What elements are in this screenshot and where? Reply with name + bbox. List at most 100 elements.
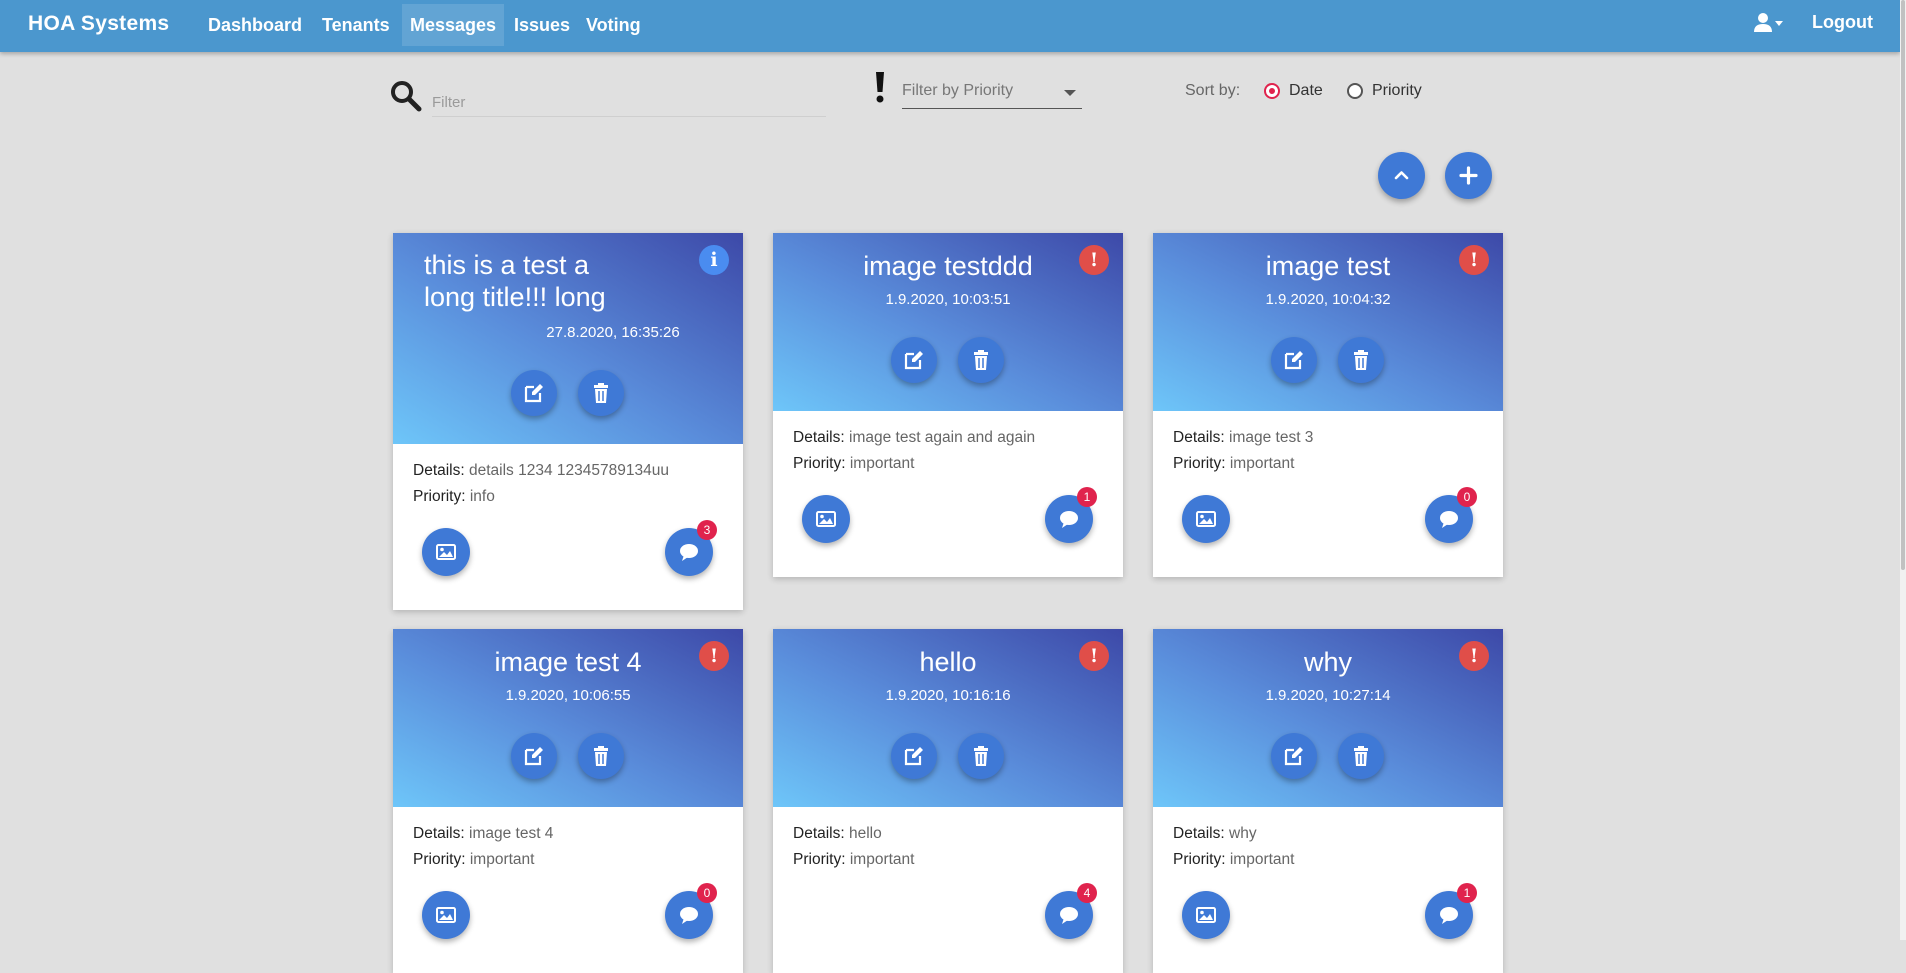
edit-icon [904,747,923,766]
trash-icon [594,746,608,766]
image-icon [436,907,456,923]
priority-label: Priority: [793,455,846,472]
trash-icon [974,350,988,370]
priority-value: important [469,851,535,868]
plus-icon [1459,166,1478,185]
comments-button[interactable]: 4 [1045,883,1097,939]
comment-count-badge: 1 [1077,487,1097,507]
priority-label: Priority: [793,851,846,868]
priority-line: Priority: important [793,851,1103,869]
delete-button[interactable] [578,733,624,779]
radio-circle[interactable] [1347,83,1363,99]
priority-value: info [469,488,495,505]
details-label: Details: [413,825,465,842]
edit-button[interactable] [891,337,937,383]
card-date: 1.9.2020, 10:06:55 [505,687,631,704]
card-date: 1.9.2020, 10:03:51 [885,291,1011,308]
edit-icon [1284,747,1303,766]
nav-tenants[interactable]: Tenants [314,4,398,46]
comment-count-badge: 0 [1457,487,1477,507]
priority-label: Priority: [413,488,466,505]
edit-icon [524,384,543,403]
info-icon: i [699,245,729,275]
delete-button[interactable] [958,733,1004,779]
comment-icon [1440,907,1458,924]
comments-button[interactable]: 0 [665,883,717,939]
card-title: image test 4 [494,647,642,677]
delete-button[interactable] [958,337,1004,383]
edit-button[interactable] [511,370,557,416]
edit-icon [524,747,543,766]
card-date: 1.9.2020, 10:16:16 [885,687,1011,704]
details-line: Details: image test 3 [1173,429,1483,447]
scrollbar-thumb[interactable] [1901,0,1905,570]
card-body: Details: hello Priority: important 4 [773,807,1123,973]
card-body: Details: image test 4 Priority: importan… [393,807,743,973]
card-date: 27.8.2020, 16:35:26 [546,324,680,341]
message-card: image test 1.9.2020, 10:04:32 ! Details:… [1153,233,1503,577]
exclamation-icon: ! [1459,641,1489,671]
details-value: hello [849,825,882,842]
exclamation-icon: ! [1079,641,1109,671]
exclamation-icon: ! [1079,245,1109,275]
view-image-button[interactable] [1182,495,1230,543]
delete-button[interactable] [578,370,624,416]
nav-voting[interactable]: Voting [578,4,649,46]
chevron-down-icon [1064,90,1076,96]
message-card: hello 1.9.2020, 10:16:16 ! Details: hell… [773,629,1123,973]
card-date: 1.9.2020, 10:04:32 [1265,291,1391,308]
top-navbar: HOA Systems Dashboard Tenants Messages I… [0,0,1900,52]
view-image-button[interactable] [802,495,850,543]
details-line: Details: image test 4 [413,825,723,843]
priority-line: Priority: important [1173,455,1483,473]
priority-line: Priority: important [793,455,1103,473]
card-header: why 1.9.2020, 10:27:14 ! [1153,629,1503,807]
view-image-button[interactable] [1182,891,1230,939]
details-value: details 1234 12345789134uu [469,462,669,479]
details-value: why [1229,825,1257,842]
view-image-button[interactable] [422,528,470,576]
comments-button[interactable]: 1 [1045,487,1097,543]
filter-input[interactable] [432,88,826,117]
comments-button[interactable]: 0 [1425,487,1477,543]
edit-button[interactable] [1271,337,1317,383]
edit-icon [1284,351,1303,370]
details-label: Details: [1173,429,1225,446]
card-title: hello [919,647,977,677]
add-message-button[interactable] [1445,152,1492,199]
trash-icon [594,383,608,403]
comment-icon [1060,511,1078,528]
comment-count-badge: 1 [1457,883,1477,903]
priority-filter-select[interactable]: Filter by Priority [902,80,1082,109]
scroll-top-button[interactable] [1378,152,1425,199]
priority-value: important [849,851,915,868]
comment-icon [1060,907,1078,924]
edit-button[interactable] [891,733,937,779]
trash-icon [1354,350,1368,370]
nav-issues[interactable]: Issues [506,4,578,46]
brand-logo[interactable]: HOA Systems [28,12,169,36]
edit-icon [904,351,923,370]
view-image-button[interactable] [422,891,470,939]
nav-messages[interactable]: Messages [402,4,505,46]
card-body: Details: why Priority: important 1 [1153,807,1503,973]
radio-circle[interactable] [1264,83,1280,99]
priority-filter-label: Filter by Priority [902,82,1014,99]
card-date: 1.9.2020, 10:27:14 [1265,687,1391,704]
logout-link[interactable]: Logout [1812,12,1873,33]
comments-button[interactable]: 3 [665,520,717,576]
delete-button[interactable] [1338,337,1384,383]
comment-count-badge: 0 [697,883,717,903]
user-icon [1754,13,1783,32]
nav-dashboard[interactable]: Dashboard [200,4,310,46]
delete-button[interactable] [1338,733,1384,779]
comments-button[interactable]: 1 [1425,883,1477,939]
details-label: Details: [793,429,845,446]
edit-button[interactable] [511,733,557,779]
details-line: Details: why [1173,825,1483,843]
edit-button[interactable] [1271,733,1317,779]
user-menu[interactable] [1754,12,1788,36]
trash-icon [974,746,988,766]
card-body: Details: image test 3 Priority: importan… [1153,411,1503,577]
details-line: Details: image test again and again [793,429,1103,447]
